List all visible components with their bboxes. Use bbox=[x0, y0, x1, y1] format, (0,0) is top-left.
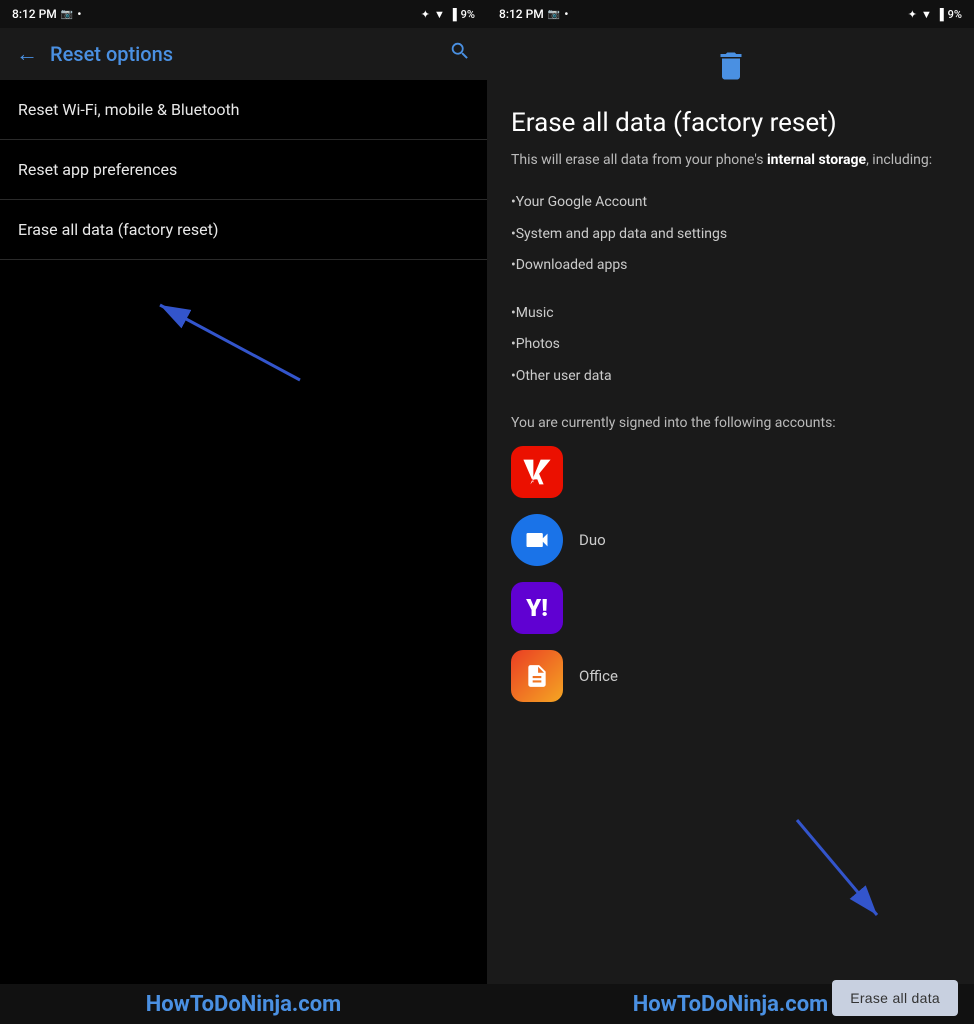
left-signal-icon: ▐ bbox=[449, 8, 457, 21]
duo-label: Duo bbox=[579, 531, 606, 549]
menu-item-wifi[interactable]: Reset Wi-Fi, mobile & Bluetooth bbox=[0, 80, 487, 140]
right-status-bar: 8:12 PM 📷 • ✦ ▼ ▐ 9% bbox=[487, 0, 974, 28]
left-toolbar: ← Reset options bbox=[0, 28, 487, 80]
account-office-row: Office bbox=[511, 650, 950, 702]
office-label: Office bbox=[579, 667, 618, 685]
right-content: Erase all data (factory reset) This will… bbox=[487, 28, 974, 984]
menu-item-app-prefs[interactable]: Reset app preferences bbox=[0, 140, 487, 200]
left-screen-title: Reset options bbox=[50, 42, 437, 66]
data-item-2: •Downloaded apps bbox=[511, 250, 950, 282]
adobe-icon bbox=[511, 446, 563, 498]
erase-button-container: Erase all data bbox=[832, 980, 958, 1016]
back-button[interactable]: ← bbox=[16, 41, 38, 67]
right-battery: 9% bbox=[948, 8, 962, 21]
left-time: 8:12 PM bbox=[12, 7, 57, 21]
right-wifi-icon: ▼ bbox=[921, 8, 932, 21]
erase-all-data-button[interactable]: Erase all data bbox=[832, 980, 958, 1016]
left-status-bar: 8:12 PM 📷 • ✦ ▼ ▐ 9% bbox=[0, 0, 487, 28]
watermark-left: HowToDoNinja.com bbox=[146, 992, 342, 1017]
intro-text: This will erase all data from your phone… bbox=[511, 150, 950, 171]
right-signal-icon: ▐ bbox=[936, 8, 944, 21]
data-item-1: •System and app data and settings bbox=[511, 219, 950, 251]
left-dot: • bbox=[77, 7, 81, 21]
left-battery: 9% bbox=[461, 8, 475, 21]
reset-menu-list: Reset Wi-Fi, mobile & Bluetooth Reset ap… bbox=[0, 80, 487, 984]
account-duo-row: Duo bbox=[511, 514, 950, 566]
right-panel: 8:12 PM 📷 • ✦ ▼ ▐ 9% Erase all data (fac… bbox=[487, 0, 974, 1024]
yahoo-icon: Y! bbox=[511, 582, 563, 634]
data-item-0: •Your Google Account bbox=[511, 187, 950, 219]
right-bluetooth-icon: ✦ bbox=[908, 8, 917, 21]
data-item-3: •Music bbox=[511, 298, 950, 330]
accounts-intro-text: You are currently signed into the follow… bbox=[511, 413, 950, 434]
left-bluetooth-icon: ✦ bbox=[421, 8, 430, 21]
data-list: •Your Google Account •System and app dat… bbox=[511, 187, 950, 393]
erase-page-title: Erase all data (factory reset) bbox=[511, 108, 950, 138]
duo-icon bbox=[511, 514, 563, 566]
account-yahoo-row: Y! bbox=[511, 582, 950, 634]
right-dot: • bbox=[564, 7, 568, 21]
data-item-5: •Other user data bbox=[511, 361, 950, 393]
right-camera-icon: 📷 bbox=[548, 9, 560, 20]
search-icon bbox=[449, 40, 471, 62]
left-wifi-icon: ▼ bbox=[434, 8, 445, 21]
data-item-4: •Photos bbox=[511, 329, 950, 361]
office-icon bbox=[511, 650, 563, 702]
right-time: 8:12 PM bbox=[499, 7, 544, 21]
search-button[interactable] bbox=[449, 40, 471, 68]
watermark-right: HowToDoNinja.com bbox=[633, 992, 829, 1017]
left-camera-icon: 📷 bbox=[61, 9, 73, 20]
account-adobe-row bbox=[511, 446, 950, 498]
trash-icon bbox=[511, 48, 950, 92]
menu-item-factory-reset[interactable]: Erase all data (factory reset) bbox=[0, 200, 487, 260]
